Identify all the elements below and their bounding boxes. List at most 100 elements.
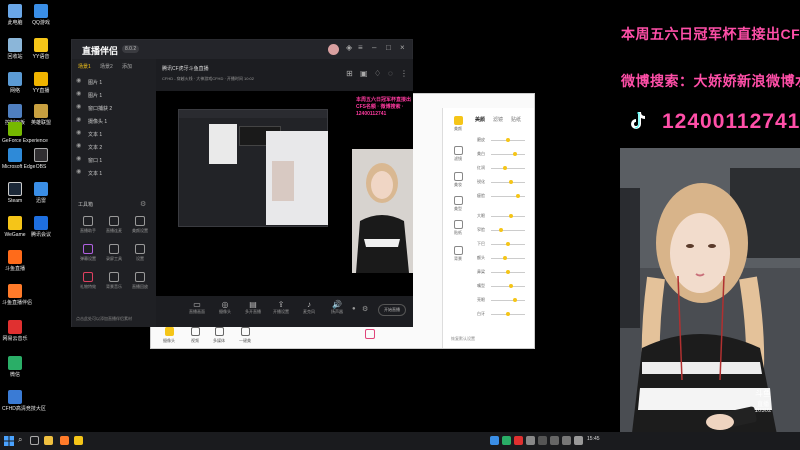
desktop-icon-netease-music[interactable]: 网易云音乐 [2,320,28,342]
beauty-slider-track[interactable] [491,230,525,231]
bp-side-beauty[interactable]: 美颜 [447,116,469,132]
desktop-icon-douyu-assistant[interactable]: 斗鱼直播伴侣 [2,284,32,306]
toolbar-live-view[interactable]: ▭ 直播画面 [186,300,208,315]
windows-start-icon[interactable] [4,436,14,446]
tool-replay[interactable]: 直播回放 [128,272,152,290]
desktop-icon-steam[interactable]: Steam [2,182,28,204]
beauty-slider-handle[interactable] [506,312,510,316]
desktop-icon-douyu[interactable]: 斗鱼直播 [2,250,28,272]
eye-icon[interactable]: ◉ [76,168,81,175]
toolbar-stream-settings[interactable]: ⇪ 开播设置 [270,300,292,315]
toolbar-microphone[interactable]: ♪ 麦克风 [298,300,320,315]
toolbar-speaker[interactable]: 🔊 扬声器 [326,300,348,315]
bp-side-shape[interactable]: 美型 [447,196,469,212]
beauty-slider-handle[interactable] [512,152,517,156]
bp-side-filter[interactable]: 滤镜 [447,146,469,162]
tool-beauty[interactable]: 美颜设置 [128,216,152,234]
beauty-slider-row[interactable]: 额头 [473,254,531,264]
reset-defaults-link[interactable]: 恢复默认设置 [451,336,475,342]
file-explorer-icon[interactable] [44,436,53,445]
tab-sticker[interactable]: 贴纸 [511,116,521,123]
scene-item[interactable]: ◉ 窗口 1 [76,155,150,165]
eye-icon[interactable]: ◉ [76,116,81,123]
desktop-icon-yy-voice[interactable]: YY语音 [28,38,54,60]
gear-icon[interactable]: ⚙ [362,305,368,313]
tab-scene-2[interactable]: 场景2 [100,63,113,70]
beauty-slider-row[interactable]: 锐化 [473,178,531,188]
ww-tool-camera[interactable]: 摄像头 [159,327,179,344]
tab-add[interactable]: 添加 [122,63,132,70]
beauty-slider-row[interactable]: 美白 [473,150,531,160]
desktop-icon-qq-game[interactable]: QQ游戏 [28,4,54,26]
screenshot-icon[interactable]: ▣ [360,69,368,78]
scene-item[interactable]: ◉ 文本 1 [76,129,150,139]
toolbar-multi-stream[interactable]: ▤ 多开直播 [242,300,264,315]
toolbar-camera[interactable]: ◎ 摄像头 [214,300,236,315]
more-icon[interactable]: ⋮ [400,69,408,78]
scene-item[interactable]: ◉ 窗口捕获 2 [76,103,150,113]
beauty-slider-row[interactable]: 大眼 [473,212,531,222]
tray-app-icon[interactable] [562,436,571,445]
avatar[interactable] [328,44,339,55]
eye-icon[interactable]: ◉ [76,103,81,110]
beauty-slider-row[interactable]: 白牙 [473,310,531,320]
desktop-icon-cfhd[interactable]: CFHD高清竞技大区 [2,390,46,412]
beauty-slider-track[interactable] [491,300,525,301]
desktop-icon-lol[interactable]: 英雄联盟 [28,104,54,126]
beauty-slider-handle[interactable] [516,194,521,198]
beauty-slider-handle[interactable] [502,256,507,260]
scene-item[interactable]: ◉ 文本 1 [76,168,150,178]
beauty-slider-track[interactable] [491,216,525,217]
notification-icon[interactable]: ♢ [374,69,381,78]
desktop-icon-network[interactable]: 网络 [2,72,28,94]
eye-icon[interactable]: ◉ [76,90,81,97]
douyu-taskbar-icon[interactable] [60,436,69,445]
desktop-icon-wechat[interactable]: 微信 [2,356,28,378]
beauty-slider-handle[interactable] [509,180,514,184]
beauty-slider-row[interactable]: 红润 [473,164,531,174]
beauty-slider-handle[interactable] [506,242,510,246]
desktop-icon-xunlei[interactable]: 迅雷 [28,182,54,204]
tab-filter[interactable]: 滤镜 [493,116,503,123]
ww-tool-oneclick[interactable]: 一键美 [235,327,255,344]
tray-music-icon[interactable] [514,436,523,445]
bp-side-background[interactable]: 背景 [447,246,469,262]
beauty-slider-track[interactable] [491,286,525,287]
beauty-slider-row[interactable]: 嘴型 [473,282,531,292]
beauty-slider-handle[interactable] [509,284,514,288]
bell-icon[interactable]: ◌ [388,69,393,78]
tool-live-assistant[interactable]: 直播助手 [76,216,100,234]
scene-item[interactable]: ◉ 文本 2 [76,142,150,152]
eye-icon[interactable]: ◉ [76,129,81,136]
beauty-slider-track[interactable] [491,154,525,155]
tool-record[interactable]: 录屏工具 [102,244,126,262]
beauty-slider-handle[interactable] [506,138,510,142]
settings-icon[interactable]: ⚙ [140,200,146,208]
live-assistant-taskbar-icon[interactable] [74,436,83,445]
record-dot-icon[interactable]: ● [352,306,356,312]
desktop-icon-tencent-meeting[interactable]: 腾讯会议 [28,216,54,238]
stream-preview[interactable]: 本周五六日冠军杯直接出CFS名额 · 微博搜索 · 12400112741 [156,91,413,296]
beauty-slider-handle[interactable] [512,298,517,302]
skin-icon[interactable]: ◈ [346,43,352,52]
share-icon[interactable]: ⊞ [346,69,353,78]
scene-item[interactable]: ◉ 摄像头 1 [76,116,150,126]
menu-icon[interactable]: ≡ [358,43,363,52]
maximize-icon[interactable]: □ [386,43,391,52]
bp-side-makeup[interactable]: 美妆 [447,172,469,188]
desktop-icon-geforce[interactable]: GeForce Experience [2,122,48,144]
desktop-icon-wegame[interactable]: WeGame [2,216,28,238]
ww-tool-video[interactable]: 视频 [185,327,205,344]
beauty-slider-track[interactable] [491,168,525,169]
desktop-icon-edge[interactable]: Microsoft Edge [2,148,35,170]
share-icon[interactable] [365,329,375,339]
beauty-slider-track[interactable] [491,258,525,259]
desktop-icon-yy-live[interactable]: YY直播 [28,72,54,94]
close-icon[interactable]: × [400,43,405,52]
tray-app-icon[interactable] [550,436,559,445]
tab-scene-1[interactable]: 场景1 [78,63,91,70]
sidebar-hint[interactable]: 点击此处可以添加直播伴侣素材 [76,316,132,322]
beauty-slider-handle[interactable] [509,214,514,218]
tool-danmaku[interactable]: 弹幕设置 [76,244,100,262]
minimize-icon[interactable]: – [372,43,376,52]
